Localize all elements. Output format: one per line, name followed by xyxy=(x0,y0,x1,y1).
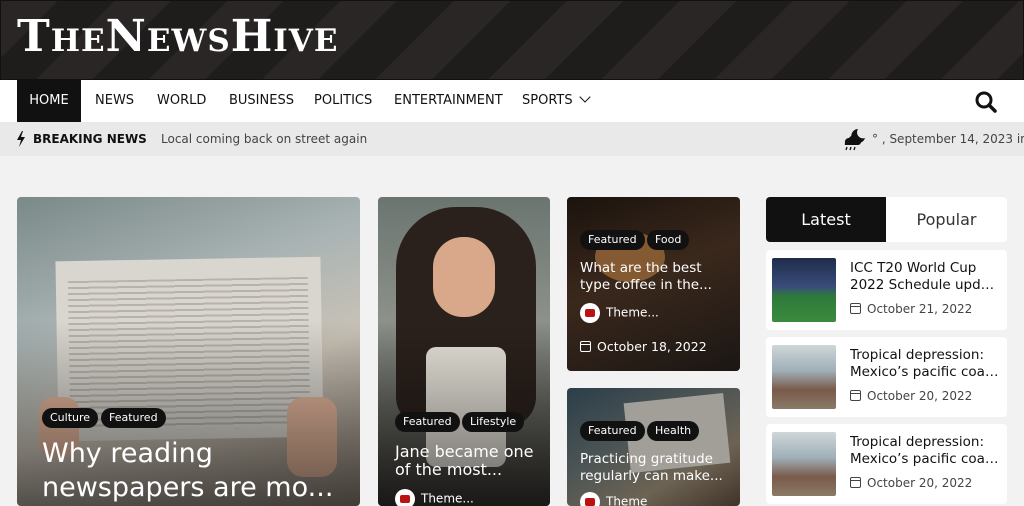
author-name: Theme... xyxy=(606,305,659,320)
sidebar-post-item[interactable]: ICC T20 World Cup 2022 Schedule updat... … xyxy=(766,250,1007,330)
tag-lifestyle[interactable]: Lifestyle xyxy=(462,412,525,432)
calendar-icon xyxy=(850,477,861,488)
flood-house-thumbnail xyxy=(772,345,836,409)
nav-item-home[interactable]: HOME xyxy=(17,80,81,122)
featured-card-food[interactable]: Featured Food What are the best type cof… xyxy=(567,197,740,371)
site-header: TheNewsHive xyxy=(0,0,1024,80)
card-title-line: Jane became one xyxy=(395,442,534,461)
author-name: Theme... xyxy=(421,491,474,506)
author-name: Theme xyxy=(606,494,648,506)
card-title-line: What are the best xyxy=(580,260,702,276)
weather-night-rain-icon xyxy=(844,129,865,151)
author-avatar xyxy=(580,303,600,323)
tag-featured[interactable]: Featured xyxy=(395,412,460,432)
nav-item-entertainment[interactable]: ENTERTAINMENT xyxy=(394,80,503,122)
card-title-line: Practicing gratitude xyxy=(580,451,713,467)
card-title-line: regularly can make... xyxy=(580,468,723,484)
breaking-news-ticker[interactable]: Local coming back on street again after xyxy=(161,122,371,156)
nav-item-news[interactable]: NEWS xyxy=(95,80,134,122)
sidebar-post-item[interactable]: Tropical depression: Mexico’s pacific coa… xyxy=(766,337,1007,417)
cricket-stadium-thumbnail xyxy=(772,258,836,322)
nav-item-world[interactable]: WORLD xyxy=(157,80,206,122)
chevron-down-icon xyxy=(578,91,591,103)
sidebar-post-date: October 20, 2022 xyxy=(850,476,972,490)
flood-house-thumbnail xyxy=(772,432,836,496)
card-title-line: type coffee in the... xyxy=(580,277,712,293)
sidebar-post-title: Tropical depression: Mexico’s pacific coa… xyxy=(850,347,1002,380)
bolt-icon xyxy=(17,131,25,147)
tag-health[interactable]: Health xyxy=(647,421,700,441)
card-author[interactable]: Theme xyxy=(580,492,647,506)
sidebar-post-title: Tropical depression: Mexico’s pacific coa… xyxy=(850,434,1002,467)
tab-latest[interactable]: Latest xyxy=(766,197,886,242)
tag-culture[interactable]: Culture xyxy=(42,408,99,428)
calendar-icon xyxy=(850,303,861,314)
main-nav: HOME NEWS WORLD BUSINESS POLITICS ENTERT… xyxy=(0,80,1024,122)
search-icon[interactable] xyxy=(974,90,998,114)
card-title-line: of the most... xyxy=(395,460,503,479)
featured-card-lifestyle[interactable]: Featured Lifestyle Jane became one of th… xyxy=(378,197,550,506)
tab-popular[interactable]: Popular xyxy=(886,197,1007,242)
nav-item-politics[interactable]: POLITICS xyxy=(314,80,372,122)
card-date: October 18, 2022 xyxy=(580,339,707,354)
tag-featured[interactable]: Featured xyxy=(580,230,645,250)
author-avatar xyxy=(580,492,600,506)
sidebar-post-date: October 20, 2022 xyxy=(850,389,972,403)
sidebar-post-item[interactable]: Tropical depression: Mexico’s pacific coa… xyxy=(766,424,1007,504)
tag-featured[interactable]: Featured xyxy=(101,408,166,428)
nav-item-sports-label: SPORTS xyxy=(522,93,573,108)
featured-card-health[interactable]: Featured Health Practicing gratitude reg… xyxy=(567,388,740,506)
breaking-news-label: BREAKING NEWS xyxy=(33,132,147,146)
featured-card-newspaper[interactable]: Culture Featured Why reading newspapers … xyxy=(17,197,360,506)
nav-item-sports[interactable]: SPORTS xyxy=(522,80,591,122)
tag-food[interactable]: Food xyxy=(647,230,690,250)
sidebar-post-date: October 21, 2022 xyxy=(850,302,972,316)
card-title[interactable]: Why reading newspapers are mo... xyxy=(42,437,342,505)
card-title[interactable]: Practicing gratitude regularly can make.… xyxy=(580,451,735,485)
nav-item-business[interactable]: BUSINESS xyxy=(229,80,294,122)
calendar-icon xyxy=(580,341,591,352)
card-title[interactable]: Jane became one of the most... xyxy=(395,443,545,479)
sidebar-tabs: Latest Popular xyxy=(766,197,1007,242)
site-logo[interactable]: TheNewsHive xyxy=(17,11,338,62)
card-title[interactable]: What are the best type coffee in the... xyxy=(580,260,735,294)
calendar-icon xyxy=(850,390,861,401)
current-date: ° , September 14, 2023 in xyxy=(872,132,1024,146)
card-author[interactable]: Theme... xyxy=(395,489,474,506)
sidebar-post-title: ICC T20 World Cup 2022 Schedule updat... xyxy=(850,260,1002,293)
card-date-text: October 18, 2022 xyxy=(597,339,707,354)
author-avatar xyxy=(395,489,415,506)
breaking-news-bar: BREAKING NEWS Local coming back on stree… xyxy=(0,122,1024,156)
tag-featured[interactable]: Featured xyxy=(580,421,645,441)
card-author[interactable]: Theme... xyxy=(580,303,659,323)
